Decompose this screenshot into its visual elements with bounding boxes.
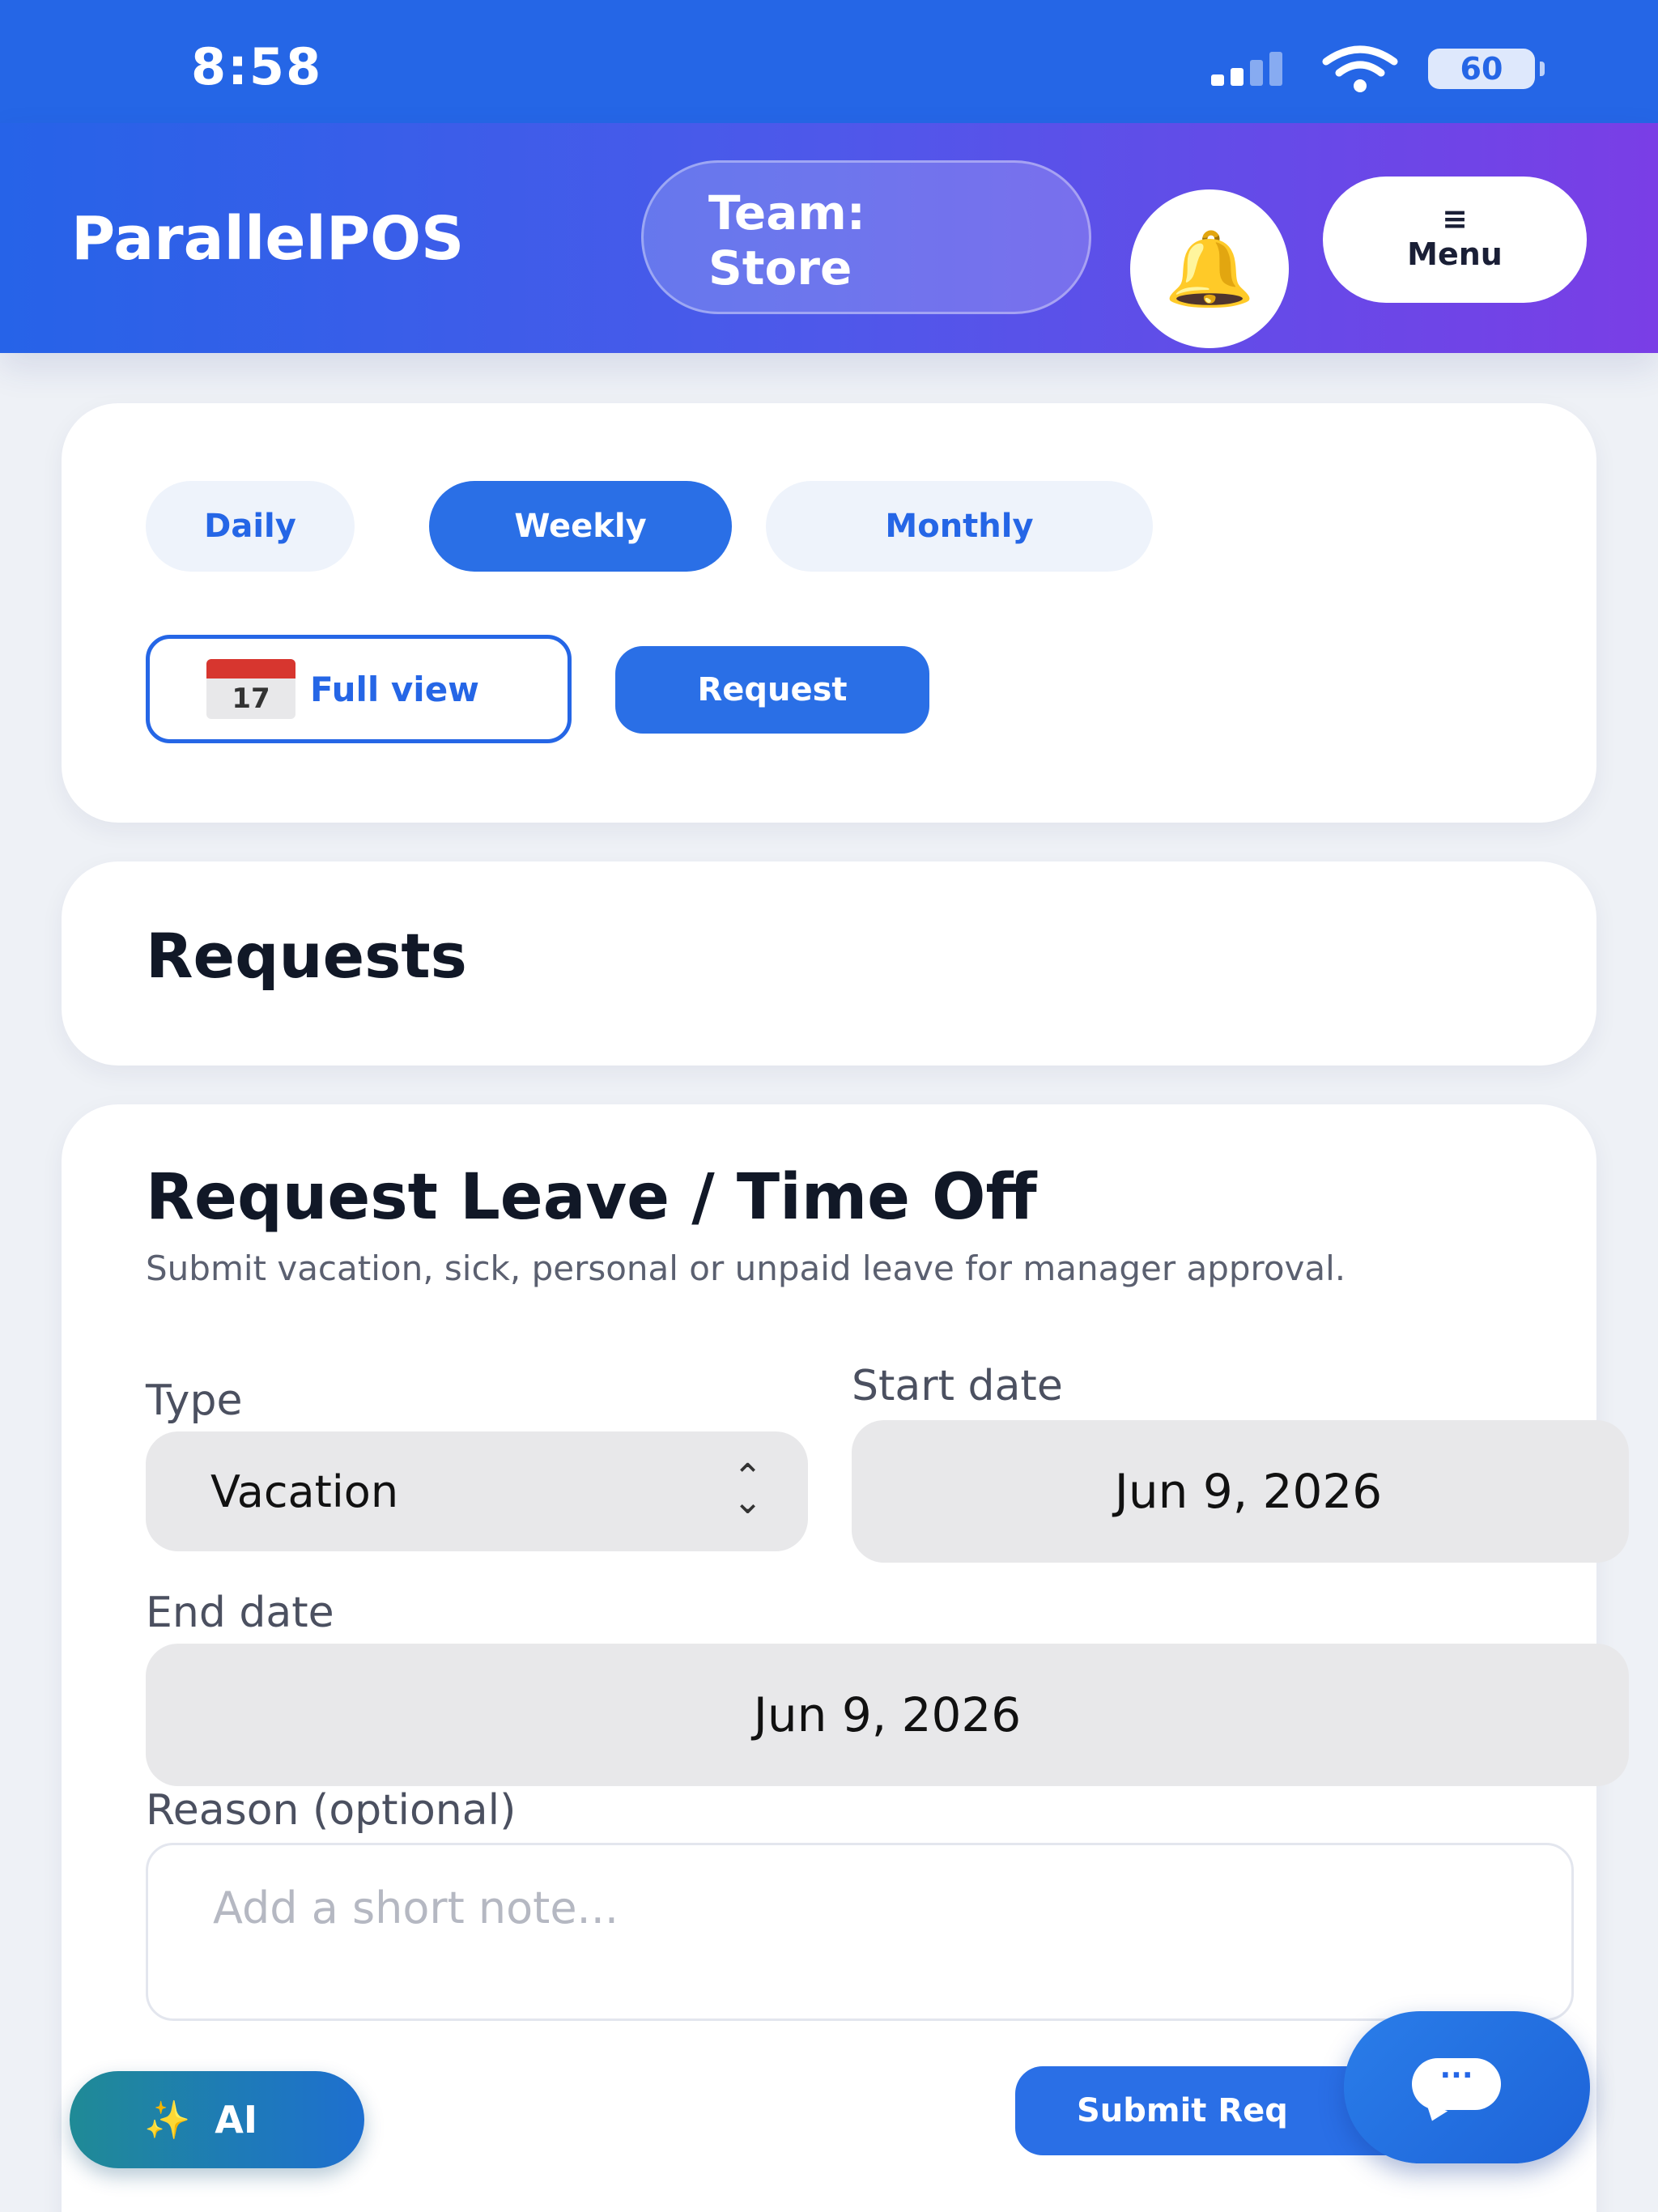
leave-type-value: Vacation [210, 1465, 399, 1517]
status-bar: 8:58 60 [0, 0, 1658, 123]
full-view-label: Full view [310, 669, 479, 709]
app-header: ParallelPOS Team: Store 🔔 ≡ Menu [0, 123, 1658, 353]
app-brand: ParallelPOS [71, 204, 465, 274]
sparkles-icon: ✨ [144, 2097, 191, 2142]
chat-bubble-icon: ··· [1412, 2058, 1501, 2110]
chat-button[interactable]: ··· [1344, 2011, 1590, 2163]
bell-icon: 🔔 [1163, 226, 1256, 312]
end-date-field[interactable]: Jun 9, 2026 [146, 1644, 1629, 1786]
team-selector-value: Store [708, 240, 852, 296]
menu-button[interactable]: ≡ Menu [1323, 177, 1587, 303]
notifications-button[interactable]: 🔔 [1130, 189, 1289, 348]
requests-card: Requests [62, 861, 1596, 1066]
start-date-field[interactable]: Jun 9, 2026 [852, 1420, 1629, 1563]
menu-label: Menu [1407, 236, 1503, 272]
status-time: 8:58 [191, 37, 323, 96]
calendar-icon-day: 17 [232, 683, 270, 715]
requests-title: Requests [146, 920, 467, 992]
tab-monthly[interactable]: Monthly [766, 481, 1153, 572]
form-title: Request Leave / Time Off [146, 1161, 1037, 1234]
form-subtitle: Submit vacation, sick, personal or unpai… [146, 1249, 1346, 1288]
battery-icon: 60 [1428, 49, 1545, 89]
schedule-controls-card: Daily Weekly Monthly 17 Full view Reques… [62, 403, 1596, 823]
team-selector-label: Team: [708, 185, 865, 240]
leave-type-select[interactable]: Vacation ⌃ ⌄ [146, 1431, 808, 1551]
type-label: Type [146, 1376, 243, 1425]
reason-label: Reason (optional) [146, 1786, 517, 1835]
reason-input[interactable] [146, 1843, 1574, 2021]
ai-label: AI [215, 2098, 257, 2142]
full-view-button[interactable]: 17 Full view [146, 635, 572, 743]
tab-weekly[interactable]: Weekly [429, 481, 732, 572]
request-button[interactable]: Request [615, 646, 929, 734]
tab-daily[interactable]: Daily [146, 481, 355, 572]
menu-icon: ≡ [1442, 201, 1468, 236]
ai-assistant-button[interactable]: ✨ AI [70, 2071, 364, 2168]
calendar-icon: 17 [206, 659, 295, 719]
cellular-signal-icon [1211, 50, 1292, 86]
app-screen: 8:58 60 ParallelPOS Team: Store 🔔 ≡ Menu… [0, 0, 1658, 2212]
team-selector[interactable]: Team: Store [641, 160, 1091, 314]
end-date-label: End date [146, 1589, 334, 1637]
chevron-up-down-icon: ⌃ ⌄ [733, 1457, 763, 1522]
wifi-icon [1322, 45, 1398, 92]
start-date-label: Start date [852, 1362, 1063, 1410]
